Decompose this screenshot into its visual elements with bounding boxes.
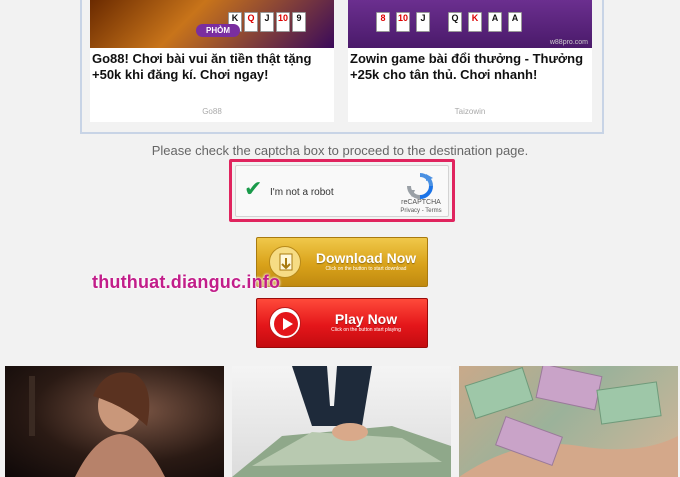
ad-title[interactable]: Zowin game bài đổi thưởng - Thưởng +25k …	[348, 48, 592, 83]
download-button-title: Download Now	[315, 250, 417, 266]
captcha-label: I'm not a robot	[270, 187, 334, 198]
playing-card: A	[488, 12, 502, 32]
recaptcha-brand: reCAPTCHA	[401, 199, 441, 206]
play-icon	[269, 307, 301, 339]
ad-image-footer: w88pro.com	[549, 39, 588, 46]
checkmark-icon[interactable]: ✔	[244, 178, 262, 200]
ad-frame: K Q J 10 9 PHỎM Go88! Chơi bài vui ăn ti…	[80, 0, 604, 134]
playing-card: Q	[448, 12, 462, 32]
download-button-subtitle: Click on the button to start download	[325, 266, 407, 272]
playing-card: 9	[292, 12, 306, 32]
ad-card-go88[interactable]: K Q J 10 9 PHỎM Go88! Chơi bài vui ăn ti…	[90, 0, 334, 122]
thumbnail-image[interactable]	[459, 366, 678, 477]
site-watermark: thuthuat.dianguc.info	[92, 272, 281, 292]
play-button-title: Play Now	[334, 311, 398, 327]
playing-card: K	[468, 12, 482, 32]
download-now-button[interactable]: Download Now Click on the button to star…	[256, 237, 428, 287]
phom-badge: PHỎM	[196, 24, 240, 37]
playing-card: 10	[276, 12, 290, 32]
playing-card: Q	[244, 12, 258, 32]
playing-card: J	[260, 12, 274, 32]
recaptcha-logo-icon	[407, 173, 433, 199]
captcha-notice: Please check the captcha box to proceed …	[151, 143, 529, 158]
play-now-button[interactable]: Play Now Click on the button start playi…	[256, 298, 428, 348]
thumbnail-image[interactable]	[5, 366, 224, 477]
playing-card: J	[416, 12, 430, 32]
ad-image-zowin[interactable]: 8 10 J Q K A A w88pro.com	[348, 0, 592, 48]
play-button-subtitle: Click on the button start playing	[331, 327, 401, 333]
ad-source: Go88	[202, 107, 222, 116]
ad-card-zowin[interactable]: 8 10 J Q K A A w88pro.com Zowin game bài…	[348, 0, 592, 122]
recaptcha-links[interactable]: Privacy - Terms	[394, 208, 448, 214]
playing-card: A	[508, 12, 522, 32]
ad-image-go88[interactable]: K Q J 10 9 PHỎM	[90, 0, 334, 48]
recaptcha-widget[interactable]: ✔ I'm not a robot reCAPTCHA Privacy - Te…	[235, 165, 449, 217]
playing-card: 8	[376, 12, 390, 32]
ad-source: Taizowin	[454, 107, 486, 116]
ad-title[interactable]: Go88! Chơi bài vui ăn tiền thật tặng +50…	[90, 48, 334, 83]
playing-card: 10	[396, 12, 410, 32]
thumbnail-image[interactable]	[232, 366, 451, 477]
